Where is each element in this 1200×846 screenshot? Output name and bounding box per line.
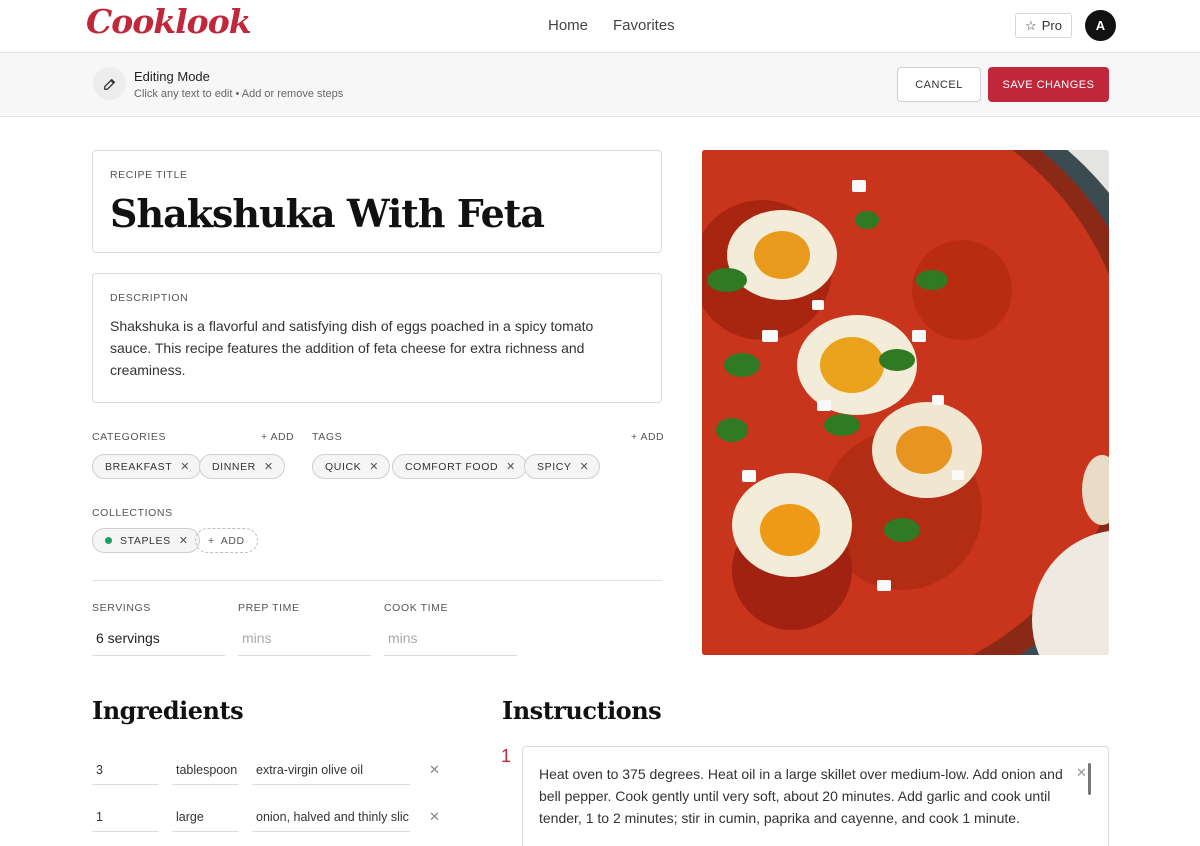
tag-chip: QUICK ✕ <box>312 454 391 479</box>
tags-label: TAGS <box>312 431 343 443</box>
collection-chip: STAPLES ✕ <box>92 528 200 553</box>
ingredient-qty-field[interactable]: 1 <box>92 802 159 832</box>
add-collection-button[interactable]: + ADD <box>195 528 258 553</box>
remove-icon[interactable]: ✕ <box>264 460 274 473</box>
recipe-title-field[interactable]: Shakshuka With Feta <box>110 191 545 236</box>
top-nav: Cooklook Home Favorites ☆ Pro A <box>0 0 1200 53</box>
category-chip: BREAKFAST ✕ <box>92 454 202 479</box>
chip-label: DINNER <box>212 460 256 473</box>
nav-favorites-link[interactable]: Favorites <box>613 17 675 34</box>
remove-icon[interactable]: ✕ <box>179 534 189 547</box>
remove-step-icon[interactable]: ✕ <box>1076 765 1087 781</box>
scrollbar[interactable] <box>1088 763 1091 795</box>
ingredient-qty-field[interactable]: 3 <box>92 755 159 785</box>
chip-label: STAPLES <box>120 534 171 547</box>
cancel-button[interactable]: CANCEL <box>897 67 981 102</box>
ingredient-unit-field[interactable]: large <box>172 802 239 832</box>
ingredient-unit-field[interactable]: tablespoon <box>172 755 239 785</box>
ingredient-name-field[interactable]: extra-virgin olive oil <box>252 755 410 785</box>
description-card: DESCRIPTION Shakshuka is a flavorful and… <box>92 273 662 403</box>
tag-chip: COMFORT FOOD ✕ <box>392 454 527 479</box>
editing-mode-bar: Editing Mode Click any text to edit • Ad… <box>0 53 1200 117</box>
tag-chip: SPICY ✕ <box>524 454 601 479</box>
categories-label: CATEGORIES <box>92 431 167 443</box>
editing-mode-title: Editing Mode <box>134 69 210 84</box>
step-card: Heat oven to 375 degrees. Heat oil in a … <box>522 746 1109 846</box>
nav-home-link[interactable]: Home <box>548 17 588 34</box>
servings-label: SERVINGS <box>92 602 151 614</box>
chip-label: QUICK <box>325 460 362 473</box>
save-changes-button[interactable]: SAVE CHANGES <box>988 67 1109 102</box>
collections-label: COLLECTIONS <box>92 507 173 519</box>
add-tag-button[interactable]: + ADD <box>631 431 664 443</box>
instructions-heading: Instructions <box>502 696 662 725</box>
ingredient-name-field[interactable]: onion, halved and thinly slic <box>252 802 410 832</box>
description-field[interactable]: Shakshuka is a flavorful and satisfying … <box>110 315 630 381</box>
collection-dot-icon <box>105 537 112 544</box>
app-logo[interactable]: Cooklook <box>86 2 252 41</box>
servings-field[interactable]: 6 servings <box>92 626 225 656</box>
recipe-title-label: RECIPE TITLE <box>110 169 188 181</box>
add-category-button[interactable]: + ADD <box>261 431 294 443</box>
remove-icon[interactable]: ✕ <box>506 460 516 473</box>
remove-ingredient-icon[interactable]: ✕ <box>429 809 440 825</box>
pro-label: Pro <box>1041 18 1062 33</box>
recipe-title-card: RECIPE TITLE Shakshuka With Feta <box>92 150 662 253</box>
remove-icon[interactable]: ✕ <box>580 460 590 473</box>
remove-ingredient-icon[interactable]: ✕ <box>429 762 440 778</box>
remove-icon[interactable]: ✕ <box>369 460 379 473</box>
description-label: DESCRIPTION <box>110 292 189 304</box>
star-icon: ☆ <box>1025 17 1037 33</box>
cook-time-label: COOK TIME <box>384 602 449 614</box>
divider <box>92 580 662 581</box>
cook-time-field[interactable]: mins <box>384 626 517 656</box>
recipe-photo[interactable] <box>702 150 1109 655</box>
ingredients-heading: Ingredients <box>92 696 244 725</box>
chip-label: COMFORT FOOD <box>405 460 499 473</box>
prep-time-label: PREP TIME <box>238 602 300 614</box>
step-number: 1 <box>501 746 512 766</box>
step-text-field[interactable]: Heat oven to 375 degrees. Heat oil in a … <box>539 763 1069 829</box>
plus-icon: + <box>208 534 215 547</box>
chip-label: SPICY <box>537 460 572 473</box>
edit-icon <box>93 67 126 100</box>
avatar[interactable]: A <box>1085 10 1116 41</box>
prep-time-field[interactable]: mins <box>238 626 371 656</box>
add-collection-label: ADD <box>220 534 245 547</box>
category-chip: DINNER ✕ <box>199 454 285 479</box>
remove-icon[interactable]: ✕ <box>180 460 190 473</box>
chip-label: BREAKFAST <box>105 460 173 473</box>
editing-mode-subtitle: Click any text to edit • Add or remove s… <box>134 88 344 100</box>
pro-button[interactable]: ☆ Pro <box>1015 13 1072 38</box>
